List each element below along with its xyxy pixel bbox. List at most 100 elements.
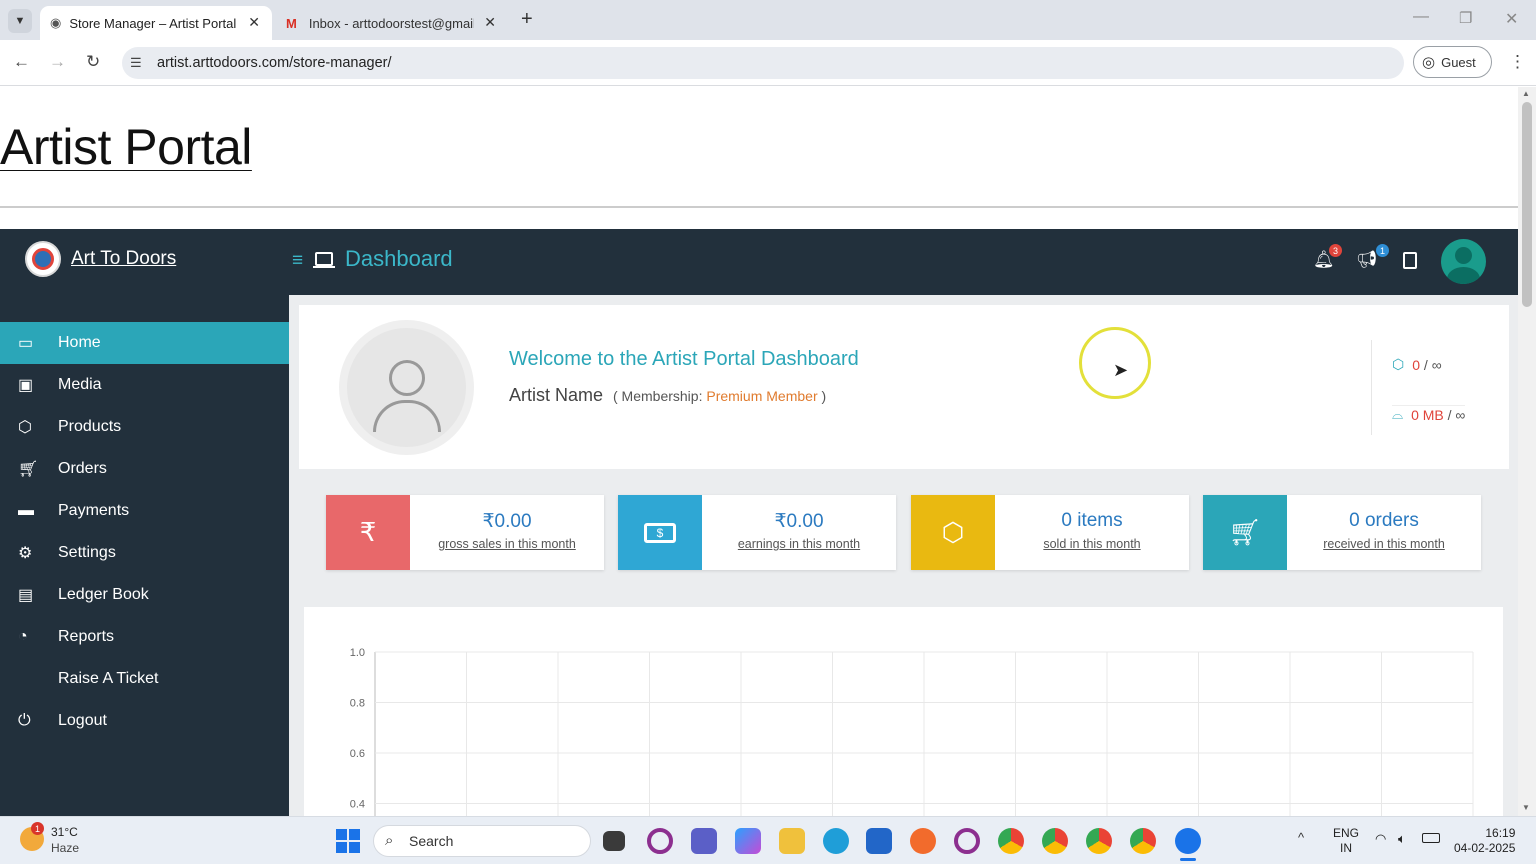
mouse-cursor-icon: ➤ [1113, 360, 1129, 380]
volume-icon[interactable]: 🔈︎ [1398, 831, 1406, 847]
sidebar-item-label: Logout [58, 712, 107, 729]
copilot-icon[interactable] [735, 828, 761, 854]
cube-icon: ⬡ [1392, 356, 1405, 372]
taskbar-search[interactable]: ⌕ Search [373, 825, 591, 857]
y-tick-label: 0.6 [350, 748, 365, 760]
storage-limit-max: / ∞ [1447, 406, 1466, 423]
tab-list-dropdown-button[interactable]: ▼ [8, 9, 32, 33]
stat-label-link[interactable]: received in this month [1287, 537, 1481, 551]
task-view-icon[interactable] [603, 831, 625, 851]
language-indicator[interactable]: ENG IN [1333, 826, 1359, 856]
weather-badge: 1 [31, 822, 44, 835]
windows-start-icon[interactable] [336, 829, 360, 853]
tab-gmail-inbox[interactable]: M Inbox - arttodoorstest@gmail.c ✕ [276, 6, 508, 40]
stat-label-link[interactable]: sold in this month [995, 537, 1189, 551]
welcome-card [299, 305, 1509, 469]
stat-value: 0 orders [1349, 510, 1419, 531]
site-info-icon[interactable]: ☰ [130, 55, 142, 71]
brand-logo[interactable] [25, 241, 61, 277]
storage-limit: ⌓ 0 MB / ∞ [1392, 405, 1466, 423]
restore-button[interactable]: ❐ [1459, 9, 1472, 27]
menu-toggle-icon[interactable]: ≡ [292, 250, 303, 272]
new-tab-button[interactable]: + [521, 8, 533, 31]
membership-prefix: ( Membership: [613, 388, 703, 404]
app-icon[interactable] [954, 828, 980, 854]
chrome-icon[interactable] [1042, 828, 1068, 854]
lang-secondary: IN [1340, 841, 1352, 855]
sidebar-item-home[interactable]: ▭ Home [0, 322, 289, 364]
tab-store-manager[interactable]: ◉ Store Manager – Artist Portal ✕ [40, 6, 272, 40]
hard-drive-icon: ⌓ [1392, 406, 1404, 422]
minimize-button[interactable]: — [1413, 8, 1429, 26]
app-icon[interactable] [647, 828, 673, 854]
stat-label-link[interactable]: earnings in this month [702, 537, 896, 551]
sales-chart: 1.0 0.8 0.6 0.4 [350, 647, 1474, 816]
url-text[interactable]: artist.arttodoors.com/store-manager/ [157, 55, 392, 71]
teams-icon[interactable] [691, 828, 717, 854]
reload-button[interactable]: ↻ [86, 52, 100, 72]
system-clock[interactable]: 16:19 04-02-2025 [1454, 826, 1515, 856]
store-icon[interactable] [866, 828, 892, 854]
wifi-icon[interactable]: ◠ [1375, 831, 1386, 847]
sidebar-item-label: Home [58, 334, 101, 351]
sidebar-item-logout[interactable]: ⏻ Logout [0, 700, 289, 742]
sidebar-item-orders[interactable]: 🛒︎ Orders [0, 448, 289, 490]
money-icon: ▤ [18, 587, 34, 604]
profile-picture[interactable] [339, 320, 474, 455]
sidebar-item-products[interactable]: ⬡ Products [0, 406, 289, 448]
scroll-up-arrow[interactable]: ▲ [1522, 89, 1530, 98]
close-tab-icon[interactable]: ✕ [484, 14, 496, 31]
chrome-icon[interactable] [998, 828, 1024, 854]
artist-name: Artist Name [509, 385, 604, 405]
y-tick-label: 0.8 [350, 698, 365, 710]
sidebar-item-settings[interactable]: ⚙ Settings [0, 532, 289, 574]
browser-menu-icon[interactable]: ⋮ [1509, 52, 1526, 72]
forward-button[interactable]: → [49, 52, 66, 72]
clock-date: 04-02-2025 [1454, 841, 1516, 855]
firefox-icon[interactable] [910, 828, 936, 854]
sidebar-item-label: Payments [58, 502, 130, 519]
profile-button[interactable]: ◎ Guest [1413, 46, 1492, 78]
sidebar-item-reports[interactable]: ◔ Reports [0, 616, 289, 658]
scrollbar-thumb[interactable] [1522, 102, 1532, 307]
sidebar-item-ledger-book[interactable]: ▤ Ledger Book [0, 574, 289, 616]
power-icon: ⏻ [18, 712, 31, 729]
tab-title: Store Manager – Artist Portal [69, 15, 237, 31]
cart-icon: 🛒︎ [18, 461, 39, 478]
edge-icon[interactable] [823, 828, 849, 854]
close-tab-icon[interactable]: ✕ [248, 14, 260, 31]
money-icon: $ [618, 495, 702, 570]
chrome-active-icon[interactable] [1175, 828, 1201, 854]
active-app-indicator [1180, 858, 1196, 861]
knowledgebase-book-icon[interactable] [1403, 252, 1417, 269]
welcome-heading: Welcome to the Artist Portal Dashboard [509, 348, 859, 370]
weather-condition[interactable]: Haze [51, 841, 79, 855]
product-limit-max: / ∞ [1423, 356, 1442, 373]
sidebar-item-payments[interactable]: ▬ Payments [0, 490, 289, 532]
site-title-link[interactable]: Artist Portal [0, 118, 252, 176]
file-explorer-icon[interactable] [779, 828, 805, 854]
sidebar-item-raise-ticket[interactable]: Raise A Ticket [0, 658, 289, 700]
back-button[interactable]: ← [13, 52, 30, 72]
brand-name-link[interactable]: Art To Doors [71, 248, 176, 270]
chrome-icon[interactable] [1086, 828, 1112, 854]
clock-time: 16:19 [1485, 826, 1516, 840]
product-limit-value: 0 [1412, 356, 1421, 373]
lang-primary: ENG [1333, 826, 1360, 840]
image-icon: ▣ [18, 377, 34, 394]
chrome-icon[interactable] [1130, 828, 1156, 854]
announcements-megaphone-icon[interactable]: 📢︎ [1356, 250, 1378, 270]
sidebar-item-label: Reports [58, 628, 115, 645]
battery-icon[interactable] [1422, 833, 1440, 843]
cart-plus-icon: 🛒︎ [1203, 495, 1287, 570]
scroll-down-arrow[interactable]: ▼ [1522, 803, 1530, 812]
close-window-button[interactable]: ✕ [1505, 9, 1518, 29]
show-hidden-icons[interactable]: ^ [1298, 830, 1304, 845]
divider [0, 206, 1518, 208]
sidebar-item-media[interactable]: ▣ Media [0, 364, 289, 406]
stat-label-link[interactable]: gross sales in this month [410, 537, 604, 551]
membership-info: ( Membership: Premium Member ) [613, 388, 826, 404]
search-icon: ⌕ [385, 832, 394, 849]
user-avatar[interactable] [1441, 239, 1486, 284]
weather-temperature[interactable]: 31°C [51, 825, 78, 839]
